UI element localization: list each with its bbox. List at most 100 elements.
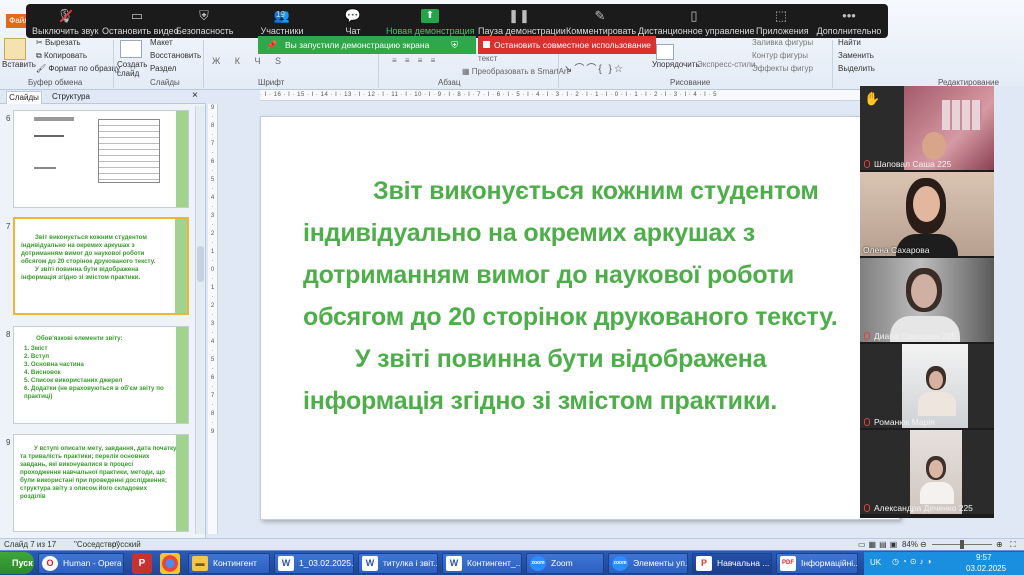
fit-slide-icon[interactable]: ⛶ <box>1010 539 1016 550</box>
slide-text-line: У звіті повинна бути відображена <box>355 345 767 373</box>
thumb-line: 3. Основна частина <box>24 361 84 368</box>
slide-number: 6 <box>6 114 11 123</box>
taskbar-item-zoom[interactable]: zoom Zoom <box>526 553 604 574</box>
language-indicator[interactable]: русский <box>112 539 141 550</box>
paste-icon[interactable] <box>4 38 26 60</box>
taskbar-item-zoom-controls[interactable]: zoom Элементы уп... <box>608 553 688 574</box>
participant-video[interactable]: ✋ Шаповал Саша 225 <box>860 86 994 170</box>
more-button[interactable]: ••• Дополнительно <box>816 7 882 36</box>
start-button[interactable]: Пуск <box>0 552 34 574</box>
mouse-icon: ▯ <box>690 8 698 23</box>
slide-text-line: дотриманням вимог до наукової роботи <box>303 261 795 289</box>
remote-control-button[interactable]: ▯ Дистанционное управление <box>638 7 754 36</box>
view-buttons[interactable]: ▭▦▤▣ <box>858 539 900 550</box>
pane-tabs: Слайды Структура × <box>0 90 206 104</box>
thumb-line: завдань, які виконувалися в процесі <box>20 461 134 468</box>
paragraph-buttons[interactable]: ≡ ≡ ≡ ≡ <box>392 56 438 65</box>
status-bar: Слайд 7 из 17 "Соседство" русский ▭▦▤▣ 8… <box>0 538 1024 550</box>
person-face <box>929 460 943 478</box>
annotate-button[interactable]: ✎ Комментировать <box>566 7 636 36</box>
shield-icon: ⛨ <box>199 8 209 23</box>
slide-thumbnail-6[interactable] <box>13 110 189 208</box>
word-icon: W <box>446 556 462 571</box>
current-slide[interactable]: Звіт виконується кожним студентом індиві… <box>260 116 900 520</box>
thumb-accent-bar <box>176 111 188 207</box>
divider <box>832 40 833 88</box>
stop-video-button[interactable]: ▭ Остановить видео <box>102 7 179 36</box>
zoom-slider-thumb[interactable] <box>960 540 964 549</box>
participant-video[interactable]: Олена Сахарова <box>860 172 994 256</box>
tray-icons[interactable]: ◷◔⊙♪◑ <box>892 557 934 566</box>
pause-share-button[interactable]: ❚❚ Пауза демонстрации <box>478 7 566 36</box>
copy-button[interactable]: ⧉ Копировать <box>36 51 87 61</box>
brush-icon: 🖌 <box>36 64 49 73</box>
layout-button[interactable]: Макет <box>150 38 173 47</box>
shapes-gallery[interactable]: ↘⌒⌒{ }☆ <box>564 60 625 75</box>
taskbar-item-word-2[interactable]: Wтитулка і звіт... <box>358 553 438 574</box>
new-share-button[interactable]: ⬆ Новая демонстрация <box>386 7 475 36</box>
taskbar-item-folder[interactable]: ▬ Контингент <box>188 553 270 574</box>
arrange-icon[interactable] <box>656 44 674 60</box>
shape-effects-button[interactable]: Эффекты фигур <box>752 64 813 73</box>
zoom-out-icon[interactable]: ⊖ <box>920 539 927 550</box>
zoom-in-icon[interactable]: ⊕ <box>996 539 1003 550</box>
section-button[interactable]: Раздел <box>150 64 176 73</box>
apps-button[interactable]: ⬚ Приложения <box>756 7 809 36</box>
close-icon[interactable]: × <box>192 90 198 101</box>
zoom-toolbar: 🎙Выключить звук ▭Остановить видео ⛨Безоп… <box>26 4 888 38</box>
stop-share-button[interactable]: Остановить совместное использование <box>478 36 656 54</box>
reset-button[interactable]: Восстановить <box>150 51 201 60</box>
word-icon: W <box>278 556 294 571</box>
zoom-level[interactable]: 84% <box>902 539 918 550</box>
language-indicator[interactable]: UK <box>870 558 881 567</box>
taskbar-item-opera[interactable]: O Human - Opera <box>38 553 124 574</box>
cut-button[interactable]: ✂ Вырезать <box>36 38 81 47</box>
shape-fill-button[interactable]: Заливка фигуры <box>752 38 813 47</box>
copy-icon: ⧉ <box>36 51 44 60</box>
mute-button[interactable]: 🎙Выключить звук <box>32 7 99 36</box>
ellipsis-icon: ••• <box>842 8 856 23</box>
chat-button[interactable]: 💬 Чат <box>338 7 368 36</box>
paste-button[interactable]: Вставить <box>2 60 36 69</box>
security-button[interactable]: ⛨ Безопасность <box>176 7 233 36</box>
thumb-line: 5. Список використаних джерел <box>24 377 123 384</box>
scrollbar-thumb[interactable] <box>197 246 204 282</box>
clock-date[interactable]: 03.02.2025 <box>966 564 1006 573</box>
quick-styles-button[interactable]: Экспресс-стили <box>697 60 756 69</box>
participant-video[interactable]: Диана Савицкая 225 <box>860 258 994 342</box>
replace-button[interactable]: Заменить <box>838 51 874 60</box>
taskbar-item-powerpoint[interactable]: P Навчальна ... <box>692 553 772 574</box>
app-shortcut-icon[interactable]: P <box>132 553 152 574</box>
tab-structure[interactable]: Структура <box>52 92 90 101</box>
thumb-text <box>34 135 64 137</box>
taskbar-item-word-3[interactable]: W Контингент_... <box>442 553 522 574</box>
participants-button[interactable]: 👥 19 Участники <box>258 7 306 36</box>
muted-mic-icon <box>864 160 870 168</box>
taskbar-item-pdf[interactable]: PDF Інформаційні... <box>776 553 858 574</box>
format-painter-button[interactable]: 🖌 Формат по образцу <box>36 64 120 73</box>
slides-scrollbar[interactable] <box>195 106 205 534</box>
paragraph-group-label: Абзац <box>438 78 461 87</box>
slide-thumbnail-7[interactable]: Звіт виконується кожним студентом індиві… <box>13 217 189 315</box>
new-slide-icon[interactable] <box>120 40 142 58</box>
shape-outline-button[interactable]: Контур фигуры <box>752 51 808 60</box>
clock-time[interactable]: 9:57 <box>976 553 992 562</box>
find-button[interactable]: Найти <box>838 38 861 47</box>
participants-panel: ✋ Шаповал Саша 225 Олена Сахарова Диана … <box>860 86 994 518</box>
taskbar-item-word-1[interactable]: W 1_03.02.2025... <box>274 553 354 574</box>
select-button[interactable]: Выделить <box>838 64 875 73</box>
word-icon: W <box>362 556 378 571</box>
chrome-icon[interactable] <box>160 553 180 574</box>
participant-video[interactable]: Романюк Марія <box>860 344 994 428</box>
slide-thumbnail-8[interactable]: Обов'язкові елементи звіту: 1. Зміст 2. … <box>13 326 189 424</box>
convert-smartart-button[interactable]: ▦ Преобразовать в SmartArt <box>462 67 569 76</box>
arrange-button[interactable]: Упорядочить <box>652 60 700 69</box>
participant-video[interactable]: Александра Дяченко 225 <box>860 430 994 514</box>
slide-thumbnail-9[interactable]: У вступі описати мету, завдання, дата по… <box>13 434 189 532</box>
text-direction-button[interactable]: текст <box>478 54 497 63</box>
new-slide-button[interactable]: Создать слайд <box>117 60 147 78</box>
tab-slides[interactable]: Слайды <box>6 91 42 104</box>
thumb-line: 4. Висновок <box>24 369 61 376</box>
font-style-buttons[interactable]: Ж К Ч S <box>212 56 287 66</box>
thumb-line: У вступі описати мету, завдання, дата по… <box>34 445 177 452</box>
